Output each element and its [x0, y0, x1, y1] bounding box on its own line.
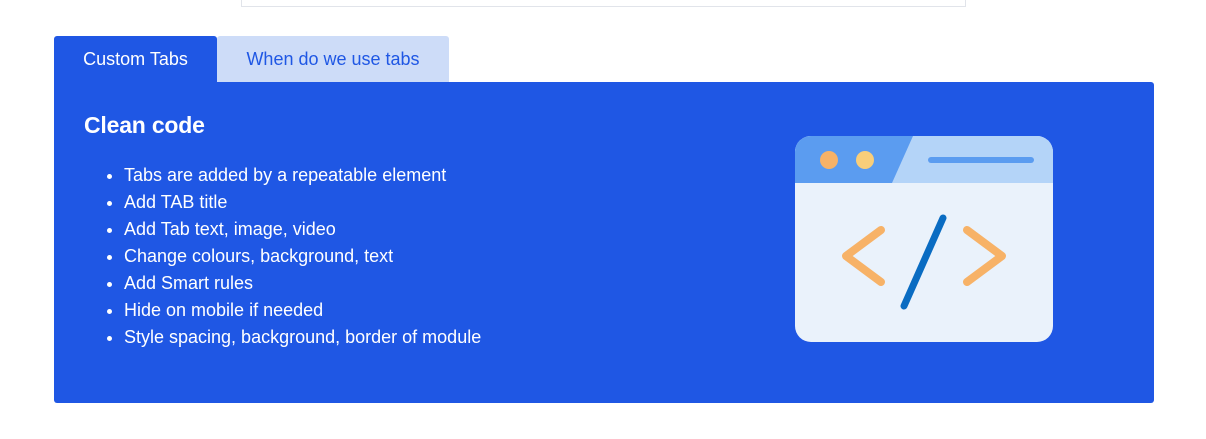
list-item: Add Tab text, image, video — [124, 216, 481, 243]
list-item: Tabs are added by a repeatable element — [124, 162, 481, 189]
panel-title: Clean code — [84, 112, 205, 138]
code-window-icon — [795, 136, 1053, 342]
page: Custom Tabs When do we use tabs Clean co… — [0, 0, 1206, 439]
tab-label: Custom Tabs — [83, 48, 188, 69]
tab-bar: Custom Tabs When do we use tabs — [54, 36, 449, 82]
window-dot-orange — [820, 151, 838, 169]
tab-label: When do we use tabs — [246, 48, 420, 69]
tab-custom-tabs[interactable]: Custom Tabs — [54, 36, 217, 82]
window-dot-yellow — [856, 151, 874, 169]
top-container-edge — [241, 0, 966, 7]
list-item: Style spacing, background, border of mod… — [124, 324, 481, 351]
list-item: Add TAB title — [124, 189, 481, 216]
list-item: Change colours, background, text — [124, 243, 481, 270]
feature-list: Tabs are added by a repeatable element A… — [124, 162, 481, 351]
tab-when-do-we-use-tabs[interactable]: When do we use tabs — [217, 36, 449, 82]
list-item: Add Smart rules — [124, 270, 481, 297]
list-item: Hide on mobile if needed — [124, 297, 481, 324]
tab-panel: Clean code Tabs are added by a repeatabl… — [54, 82, 1154, 403]
